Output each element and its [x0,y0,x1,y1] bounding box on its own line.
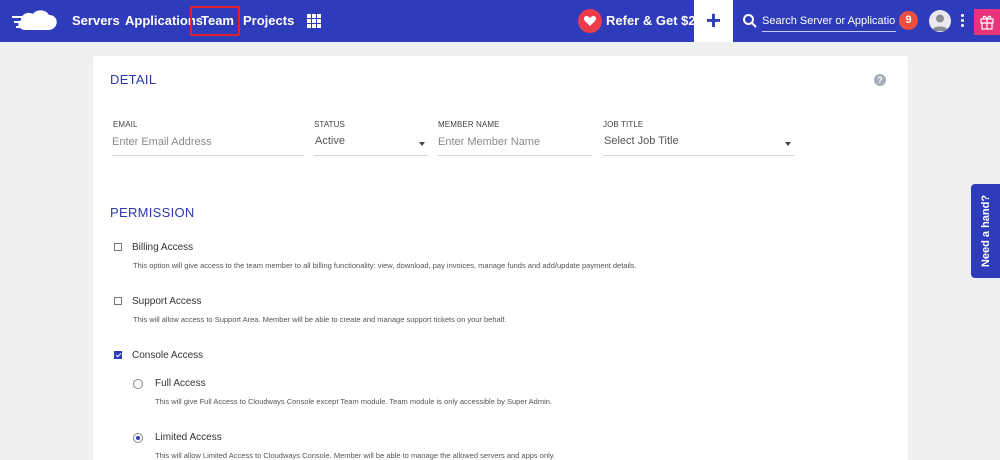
nav-servers[interactable]: Servers [72,0,120,42]
cloudways-logo-icon[interactable] [12,8,60,34]
limited-access-description: This will allow Limited Access to Cloudw… [155,451,556,460]
gift-icon[interactable] [974,9,1000,35]
notification-badge[interactable]: 9 [899,11,918,30]
full-access-description: This will give Full Access to Cloudways … [155,397,552,406]
support-access-checkbox[interactable] [114,297,122,305]
billing-access-title: Billing Access [132,242,194,253]
need-a-hand-tab[interactable]: Need a hand? [971,184,1000,278]
caret-down-icon [785,142,791,146]
refer-link[interactable]: Refer & Get $20 [606,0,703,42]
member-name-field[interactable] [438,130,592,154]
job-title-value: Select Job Title [604,135,679,147]
permission-section-title: PERMISSION [110,205,195,220]
job-title-select[interactable]: Select Job Title [603,130,794,156]
search-icon [743,14,757,28]
top-navbar: Servers Applications Team Projects Refer… [0,0,1000,42]
team-member-form-card: DETAIL ? EMAIL STATUS Active MEMBER NAME… [93,56,908,460]
nav-projects[interactable]: Projects [243,0,294,42]
limited-access-radio[interactable] [133,433,143,443]
full-access-title: Full Access [155,378,206,389]
status-value: Active [315,135,345,147]
billing-access-description: This option will give access to the team… [133,261,637,270]
grid-icon[interactable] [307,14,321,28]
support-access-title: Support Access [132,296,202,307]
member-name-field-wrapper [438,130,592,156]
console-access-checkbox[interactable] [114,351,122,359]
kebab-menu-icon[interactable] [961,14,965,28]
email-field[interactable] [112,130,304,154]
add-button[interactable]: + [694,0,733,42]
nav-team-highlight [190,6,240,36]
search-input[interactable] [762,10,896,32]
status-label: STATUS [314,120,345,129]
job-title-label: JOB TITLE [603,120,644,129]
console-access-title: Console Access [132,350,204,361]
member-name-label: MEMBER NAME [438,120,500,129]
email-field-wrapper [112,130,304,156]
full-access-radio[interactable] [133,379,143,389]
detail-section-title: DETAIL [110,72,157,87]
user-avatar-icon[interactable] [929,10,951,32]
help-icon[interactable]: ? [874,74,886,86]
limited-access-title: Limited Access [155,432,222,443]
caret-down-icon [419,142,425,146]
heart-icon[interactable] [578,9,602,33]
billing-access-checkbox[interactable] [114,243,122,251]
need-a-hand-label: Need a hand? [979,194,992,268]
status-select[interactable]: Active [314,130,428,156]
email-label: EMAIL [113,120,138,129]
support-access-description: This will allow access to Support Area. … [133,315,507,324]
